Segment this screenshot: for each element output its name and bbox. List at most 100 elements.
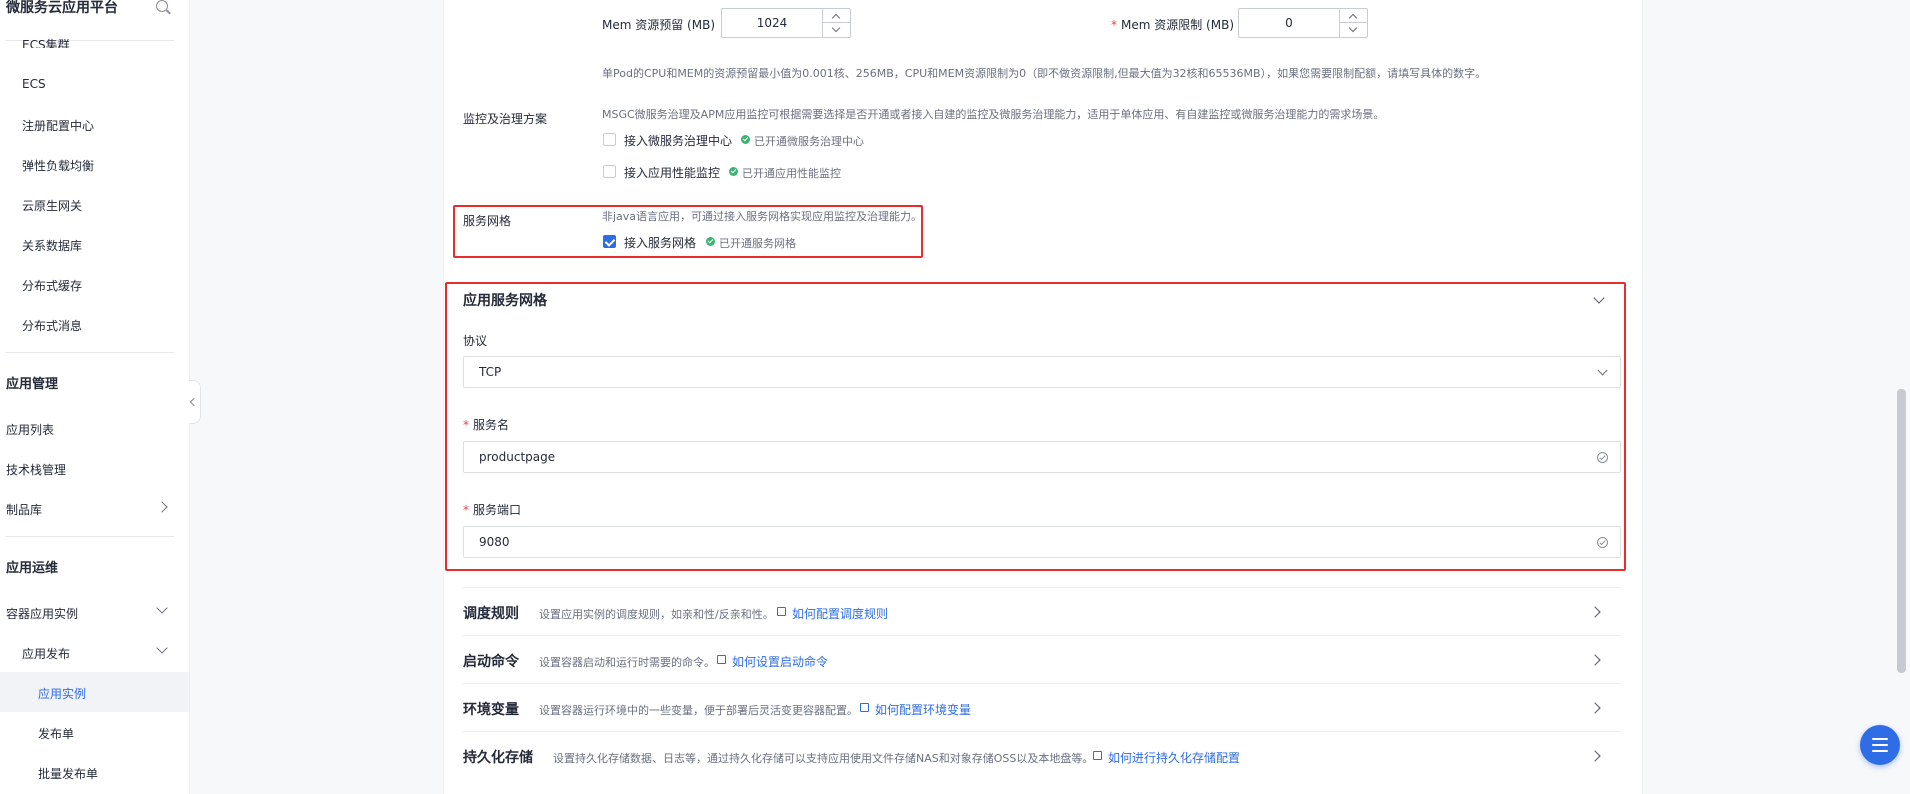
search-icon[interactable] [156, 0, 168, 12]
app-mesh-title: 应用服务网格 [463, 293, 547, 309]
mesh-label: 服务网格 [463, 214, 512, 228]
scheduling-title: 调度规则 [463, 606, 519, 622]
startup-help-link[interactable]: 如何设置启动命令 [732, 653, 828, 670]
sidebar-group-app-mgmt: 应用管理 [6, 377, 59, 392]
service-name-value: productpage [479, 450, 556, 464]
mem-reserve-input[interactable]: 1024 [721, 8, 851, 38]
menu-icon [1872, 750, 1888, 752]
sidebar-item-ecs-cluster[interactable]: ECS集群 [22, 36, 70, 48]
sidebar-item-release-order[interactable]: 发布单 [38, 725, 74, 742]
check-circle-icon [741, 135, 750, 144]
sidebar-item-ecs[interactable]: ECS [22, 77, 46, 91]
required-mark: * [463, 503, 469, 517]
check-circle-icon [1597, 452, 1608, 463]
chevron-right-icon[interactable] [1589, 750, 1601, 762]
sidebar-active-bg [0, 672, 189, 712]
chevron-right-icon[interactable] [1589, 606, 1601, 618]
monitoring-label: 监控及治理方案 [463, 112, 548, 126]
sidebar-item-batch-release[interactable]: 批量发布单 [38, 765, 98, 782]
menu-icon [1872, 738, 1888, 740]
storage-help-link[interactable]: 如何进行持久化存储配置 [1108, 749, 1240, 766]
mem-limit-input[interactable]: 0 [1238, 8, 1368, 38]
sidebar-divider [6, 536, 174, 537]
external-link-icon[interactable] [777, 607, 786, 616]
sidebar-group-app-ops: 应用运维 [6, 561, 59, 576]
decrement-icon[interactable] [831, 23, 841, 33]
sidebar: 微服务云应用平台 ECS集群 ECS 注册配置中心 弹性负载均衡 云原生网关 关… [0, 0, 190, 794]
chevron-right-icon [156, 501, 168, 513]
startup-desc: 设置容器启动和运行时需要的命令。 [539, 656, 715, 669]
mem-reserve-value: 1024 [756, 16, 788, 30]
sidebar-collapse-handle[interactable] [189, 380, 201, 424]
collapse-storage[interactable]: 持久化存储 设置持久化存储数据、日志等，通过持久化存储可以支持应用使用文件存储N… [463, 731, 1621, 779]
protocol-label: 协议 [463, 334, 488, 348]
apm-option-label[interactable]: 接入应用性能监控 [624, 164, 720, 181]
chevron-right-icon[interactable] [1589, 654, 1601, 666]
external-link-icon[interactable] [860, 703, 869, 712]
sidebar-item-app-instance[interactable]: 应用实例 [38, 685, 86, 702]
external-link-icon[interactable] [1093, 751, 1102, 760]
mem-reserve-stepper[interactable] [822, 9, 851, 37]
mesh-option-label[interactable]: 接入服务网格 [624, 234, 696, 251]
service-port-value: 9080 [479, 535, 510, 549]
collapse-env[interactable]: 环境变量 设置容器运行环境中的一些变量，便于部署后灵活变更容器配置。 如何配置环… [463, 683, 1621, 731]
menu-icon [1872, 744, 1888, 746]
monitoring-desc: MSGC微服务治理及APM应用监控可根据需要选择是否开通或者接入自建的监控及微服… [602, 108, 1385, 121]
sidebar-title: 微服务云应用平台 [6, 0, 118, 16]
protocol-select[interactable]: TCP [463, 356, 1621, 388]
chevron-right-icon[interactable] [1589, 702, 1601, 714]
floating-menu-button[interactable] [1860, 725, 1900, 765]
increment-icon[interactable] [1348, 13, 1358, 23]
storage-title: 持久化存储 [463, 750, 533, 766]
check-circle-icon [729, 167, 738, 176]
env-help-link[interactable]: 如何配置环境变量 [875, 701, 971, 718]
sidebar-divider [6, 352, 174, 353]
sidebar-item-tech-stack[interactable]: 技术栈管理 [6, 461, 66, 478]
decrement-icon[interactable] [1348, 23, 1358, 33]
storage-desc: 设置持久化存储数据、日志等，通过持久化存储可以支持应用使用文件存储NAS和对象存… [553, 752, 1094, 765]
apm-status: 已开通应用性能监控 [742, 167, 841, 180]
msgc-checkbox[interactable] [603, 133, 616, 146]
stepper-divider [1340, 22, 1368, 23]
service-port-label-text: 服务端口 [473, 503, 522, 517]
msgc-status: 已开通微服务治理中心 [754, 135, 864, 148]
service-name-label-text: 服务名 [473, 418, 510, 432]
chevron-down-icon [156, 642, 168, 654]
scheduling-help-link[interactable]: 如何配置调度规则 [792, 605, 888, 622]
sidebar-item-registry[interactable]: 注册配置中心 [22, 117, 94, 134]
check-circle-icon [706, 237, 715, 246]
service-port-input[interactable]: 9080 [463, 526, 1621, 558]
service-name-input[interactable]: productpage [463, 441, 1621, 473]
msgc-option-label[interactable]: 接入微服务治理中心 [624, 132, 732, 149]
external-link-icon[interactable] [717, 655, 726, 664]
mesh-desc: 非java语言应用，可通过接入服务网格实现应用监控及治理能力。 [602, 210, 923, 223]
required-mark: * [463, 418, 469, 432]
collapse-startup[interactable]: 启动命令 设置容器启动和运行时需要的命令。 如何设置启动命令 [463, 635, 1621, 683]
mem-reserve-label: Mem 资源预留 (MB) [602, 18, 716, 32]
apm-checkbox[interactable] [603, 165, 616, 178]
mem-limit-value: 0 [1285, 16, 1293, 30]
chevron-down-icon [1597, 365, 1608, 376]
increment-icon[interactable] [831, 13, 841, 23]
collapse-scheduling[interactable]: 调度规则 设置应用实例的调度规则，如亲和性/反亲和性。 如何配置调度规则 [463, 587, 1621, 635]
mem-limit-label: * Mem 资源限制 (MB) [1111, 16, 1234, 33]
scrollbar-thumb[interactable] [1897, 389, 1906, 673]
stepper-divider [823, 22, 851, 23]
sidebar-item-app-list[interactable]: 应用列表 [6, 421, 54, 438]
sidebar-item-gateway[interactable]: 云原生网关 [22, 197, 82, 214]
sidebar-item-app-release[interactable]: 应用发布 [22, 645, 70, 662]
startup-title: 启动命令 [463, 654, 519, 670]
sidebar-item-container-instances[interactable]: 容器应用实例 [6, 605, 78, 622]
service-name-label: * 服务名 [463, 416, 509, 433]
resource-hint: 单Pod的CPU和MEM的资源预留最小值为0.001核、256MB，CPU和ME… [602, 67, 1487, 80]
mem-limit-label-text: Mem 资源限制 (MB) [1121, 18, 1235, 32]
sidebar-item-artifacts[interactable]: 制品库 [6, 501, 42, 518]
env-desc: 设置容器运行环境中的一些变量，便于部署后灵活变更容器配置。 [539, 704, 858, 717]
sidebar-item-mq[interactable]: 分布式消息 [22, 317, 82, 334]
mem-limit-stepper[interactable] [1339, 9, 1368, 37]
sidebar-item-elb[interactable]: 弹性负载均衡 [22, 157, 94, 174]
sidebar-item-rds[interactable]: 关系数据库 [22, 237, 82, 254]
env-title: 环境变量 [463, 702, 519, 718]
mesh-checkbox[interactable] [603, 235, 616, 248]
sidebar-item-cache[interactable]: 分布式缓存 [22, 277, 82, 294]
